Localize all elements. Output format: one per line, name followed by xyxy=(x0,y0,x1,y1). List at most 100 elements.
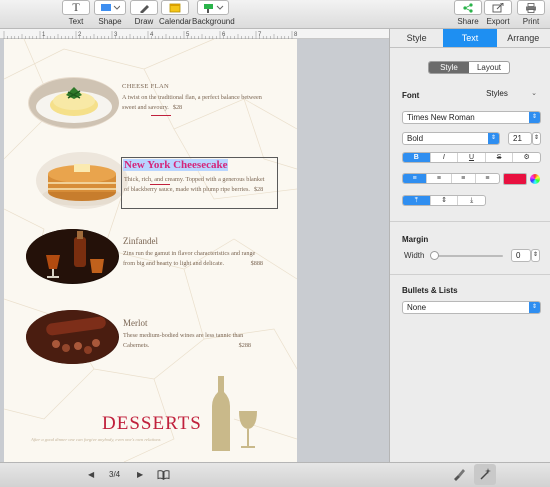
ruler-number: 6 xyxy=(222,32,226,38)
accent-line xyxy=(150,184,170,185)
updown-icon: ⇕ xyxy=(529,302,540,313)
text-color-swatch[interactable] xyxy=(503,173,527,185)
font-size-field[interactable]: 21 xyxy=(508,132,532,145)
item-description[interactable]: Zins run the gamut in flavor characteris… xyxy=(123,249,283,269)
previous-page-button[interactable]: ◀ xyxy=(88,470,94,479)
divider xyxy=(390,221,550,222)
description-text: from big and hearty to light and delicat… xyxy=(123,260,225,267)
desserts-heading[interactable]: DESSERTS xyxy=(102,413,202,435)
ruler-number: 1 xyxy=(42,32,46,38)
tab-arrange[interactable]: Arrange xyxy=(497,29,550,47)
stepper-icon: ⇕ xyxy=(533,135,540,141)
styles-label: Styles xyxy=(486,89,508,98)
cheese-flan-image[interactable] xyxy=(28,77,119,129)
bullets-section-title: Bullets & Lists xyxy=(402,286,458,295)
subtab-layout[interactable]: Layout xyxy=(469,62,509,73)
align-right-button[interactable]: ≡ xyxy=(452,174,476,183)
bottom-bar: ◀ 3/4 ▶ xyxy=(0,462,550,487)
merlot-image[interactable] xyxy=(26,310,119,364)
bold-button[interactable]: B xyxy=(403,153,431,162)
share-icon xyxy=(454,0,482,15)
background-tool[interactable]: Background xyxy=(192,0,235,26)
description-line: from big and hearty to light and delicat… xyxy=(123,259,263,269)
tab-style[interactable]: Style xyxy=(390,29,443,47)
text-format-buttons: B I U S ⚙ xyxy=(402,152,541,163)
calendar-tool[interactable]: Calendar xyxy=(159,0,191,26)
margin-slider-thumb[interactable] xyxy=(430,251,439,260)
description-line: These medium-bodied wines are less tanni… xyxy=(123,332,244,339)
margin-width-value: 0 xyxy=(516,251,521,260)
item-title[interactable]: CHEESE FLAN xyxy=(122,83,169,90)
ruler-number: 2 xyxy=(78,32,82,38)
font-section-title: Font xyxy=(402,91,420,100)
updown-icon: ⇕ xyxy=(488,133,499,144)
tab-text[interactable]: Text xyxy=(443,29,497,47)
text-options-gear-icon[interactable]: ⚙ xyxy=(513,153,540,162)
font-weight-select[interactable]: Bold ⇕ xyxy=(402,132,500,145)
page-counter: 3/4 xyxy=(109,470,121,479)
margin-section-title: Margin xyxy=(402,235,429,244)
stepper-icon: ⇕ xyxy=(532,252,539,258)
export-tool[interactable]: Export xyxy=(484,0,512,26)
item-description[interactable]: These medium-bodied wines are less tanni… xyxy=(123,331,283,351)
share-tool[interactable]: Share xyxy=(454,0,482,26)
underline-button[interactable]: U xyxy=(458,153,486,162)
print-tool[interactable]: Print xyxy=(517,0,545,26)
divider xyxy=(390,274,550,275)
margin-width-stepper[interactable]: ⇕ xyxy=(531,249,540,262)
shape-icon xyxy=(94,0,126,15)
text-tool[interactable]: T Text xyxy=(62,0,90,26)
cheesecake-image[interactable] xyxy=(36,152,128,209)
inspector-toggle-button[interactable] xyxy=(474,464,496,485)
book-icon[interactable] xyxy=(157,469,170,480)
next-page-button[interactable]: ▶ xyxy=(137,470,143,479)
canvas: CHEESE FLAN A twist on the traditional f… xyxy=(0,39,389,462)
ruler-ticks: 1 2 3 4 5 6 7 8 xyxy=(3,31,298,39)
ruler-number: 3 xyxy=(114,32,118,38)
item-title[interactable]: Zinfandel xyxy=(123,236,158,246)
align-bottom-button[interactable]: ⤓ xyxy=(458,196,485,205)
printer-icon xyxy=(517,0,545,15)
subtab-style[interactable]: Style xyxy=(429,62,469,73)
item-price: $888 xyxy=(250,260,263,267)
strikethrough-button[interactable]: S xyxy=(486,153,514,162)
align-left-button[interactable]: ≡ xyxy=(403,174,428,183)
align-center-button[interactable]: ≡ xyxy=(427,174,452,183)
color-wheel-icon[interactable] xyxy=(530,174,540,184)
font-family-value: Times New Roman xyxy=(407,113,475,122)
item-description[interactable]: Thick, rich, and creamy. Topped with a g… xyxy=(124,175,284,195)
description-text: Cabernets. xyxy=(123,342,150,349)
draw-tool[interactable]: Draw xyxy=(130,0,158,26)
align-top-button[interactable]: ⤒ xyxy=(403,196,431,205)
margin-width-field[interactable]: 0 xyxy=(511,249,531,262)
shape-tool[interactable]: Shape xyxy=(94,0,126,26)
bullets-select[interactable]: None ⇕ xyxy=(402,301,541,314)
styles-dropdown[interactable]: Styles ⌄ xyxy=(454,88,540,101)
export-icon xyxy=(484,0,512,15)
description-line: A twist on the traditional flan, a perfe… xyxy=(122,94,262,101)
ruler-number: 7 xyxy=(258,32,262,38)
item-price: $28 xyxy=(172,104,183,111)
item-title[interactable]: Merlot xyxy=(123,318,148,328)
item-price: $288 xyxy=(238,342,251,349)
ruler-number: 8 xyxy=(294,32,298,38)
zinfandel-image[interactable] xyxy=(26,229,119,284)
format-inspector: Style Text Arrange Style Layout Font Sty… xyxy=(389,29,550,462)
bullets-value: None xyxy=(407,303,427,312)
wine-bottle-icon xyxy=(212,376,257,451)
align-middle-button[interactable]: ⇕ xyxy=(431,196,459,205)
paint-icon xyxy=(197,0,230,15)
item-price: $28 xyxy=(253,186,264,193)
item-description[interactable]: A twist on the traditional flan, a perfe… xyxy=(122,93,297,113)
vertical-align-buttons: ⤒ ⇕ ⤓ xyxy=(402,195,486,206)
font-size-stepper[interactable]: ⇕ xyxy=(532,132,541,145)
italic-button[interactable]: I xyxy=(431,153,459,162)
justify-button[interactable]: ≡ xyxy=(476,174,499,183)
accent-line xyxy=(151,115,171,116)
item-title-selected[interactable]: New York Cheesecake xyxy=(123,159,229,171)
font-family-select[interactable]: Times New Roman ⇕ xyxy=(402,111,541,124)
format-brush-icon[interactable] xyxy=(452,468,466,481)
tagline[interactable]: After a good dinner one can forgive anyb… xyxy=(31,437,161,442)
toolbar: T Text Shape Draw Calendar Background Sh… xyxy=(0,0,550,29)
margin-slider-track[interactable] xyxy=(433,255,503,257)
